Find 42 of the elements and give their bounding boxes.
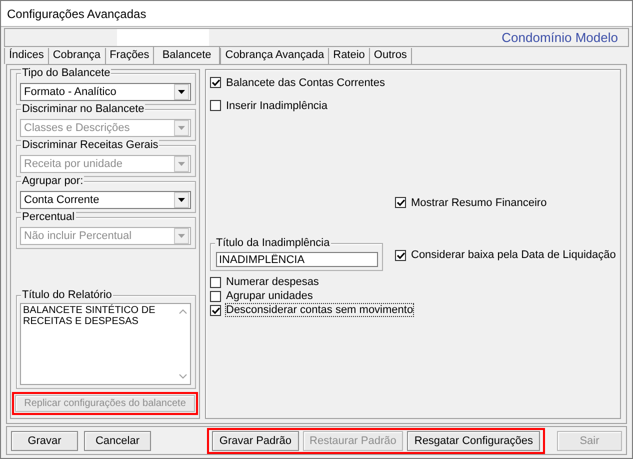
dropdown[interactable]: Formato - Analítico [20,83,191,101]
checkbox[interactable] [210,77,221,88]
button[interactable]: Gravar Padrão [212,430,299,450]
check-icon [212,306,220,314]
scroll-down-icon [178,374,186,379]
tab[interactable]: Cobrança Avançada [220,48,328,64]
check-icon [396,252,404,258]
checkbox[interactable] [210,276,221,288]
checkbox[interactable] [395,197,406,208]
check-icon [396,199,404,206]
checkbox[interactable] [210,100,221,111]
checkbox-label[interactable]: Mostrar Resumo Financeiro [411,196,547,208]
caret-icon [178,234,185,238]
button[interactable]: Resgatar Configurações [407,430,540,450]
condominium-name: Condomínio Modelo [502,30,618,45]
button[interactable]: Cancelar [84,430,151,450]
checkbox[interactable] [395,250,406,260]
checkbox-label[interactable]: Desconsiderar contas sem movimento [226,304,414,316]
checkbox[interactable] [210,304,221,316]
checkbox-label[interactable]: Balancete das Contas Correntes [226,76,385,88]
caret-icon [178,162,185,166]
caret-icon [178,198,185,202]
checkbox-label[interactable]: Considerar baixa pela Data de Liquidação [411,249,616,261]
group-label: Agrupar por: [21,175,84,188]
dropdown[interactable]: Conta Corrente [20,191,191,209]
checkbox-label[interactable]: Numerar despesas [226,276,319,288]
report-title-field[interactable]: BALANCETE SINTÉTICO DE RECEITAS E DESPESAS [20,303,191,385]
caret-icon [178,126,185,130]
group-label: Tipo do Balancete [21,67,112,80]
scroll-up-icon [178,309,186,314]
window-title: Configurações Avançadas [7,6,146,20]
tab[interactable]: Outros [368,48,412,64]
check-icon [212,79,220,86]
group-label: Título da Inadimplência [215,237,331,250]
checkbox-label[interactable]: Agrupar unidades [226,290,313,302]
checkbox-label[interactable]: Inserir Inadimplência [226,100,328,112]
caret-icon [178,90,185,94]
tab[interactable]: Rateio [328,48,369,64]
checkbox[interactable] [210,290,221,302]
button[interactable]: Gravar [11,430,78,450]
tab[interactable]: Índices [4,48,48,64]
tab[interactable]: Cobrança [48,48,105,64]
